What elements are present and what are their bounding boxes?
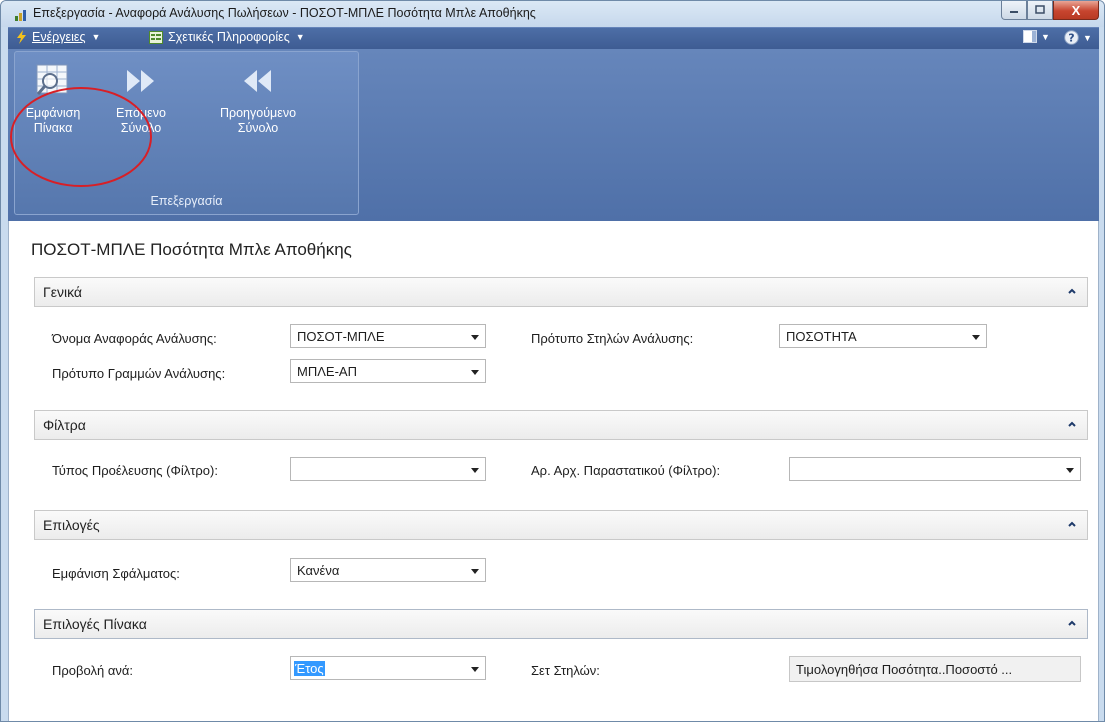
source-no-filter-field[interactable] <box>789 457 1081 481</box>
help-icon: ? <box>1064 30 1079 45</box>
minimize-icon <box>1010 11 1018 13</box>
related-information-menu[interactable]: Σχετικές Πληροφορίες ▼ <box>149 30 305 44</box>
show-error-field[interactable]: Κανένα <box>290 558 486 582</box>
analysis-line-template-value: ΜΠΛΕ-ΑΠ <box>297 364 357 379</box>
application-window: Επεξεργασία - Αναφορά Ανάλυσης Πωλήσεων … <box>0 0 1105 722</box>
analysis-report-name-value: ΠΟΣΟΤ-ΜΠΛΕ <box>297 329 385 344</box>
related-info-label: Σχετικές Πληροφορίες <box>168 30 290 44</box>
show-error-label: Εμφάνιση Σφάλματος: <box>52 566 180 581</box>
analysis-report-name-field[interactable]: ΠΟΣΟΤ-ΜΠΛΕ <box>290 324 486 348</box>
analysis-column-template-field[interactable]: ΠΟΣΟΤΗΤΑ <box>779 324 987 348</box>
dropdown-arrow-icon[interactable] <box>471 335 479 340</box>
collapse-chevron-icon <box>1068 521 1076 527</box>
previous-set-button[interactable]: Προηγούμενο Σύνολο <box>213 56 303 136</box>
chevron-down-icon: ▼ <box>295 32 305 42</box>
previous-set-label-line2: Σύνολο <box>237 121 279 135</box>
view-by-value: Έτος <box>294 661 325 676</box>
fasttab-options-title: Επιλογές <box>43 517 100 533</box>
fast-forward-icon <box>127 70 154 92</box>
layout-menu[interactable]: ▼ <box>1023 30 1050 43</box>
collapse-chevron-icon <box>1068 421 1076 427</box>
dropdown-arrow-icon[interactable] <box>1066 468 1074 473</box>
collapse-chevron-icon <box>1068 620 1076 626</box>
collapse-chevron-icon <box>1068 288 1076 294</box>
dropdown-arrow-icon[interactable] <box>471 468 479 473</box>
fasttab-options-header[interactable]: Επιλογές <box>34 510 1088 540</box>
column-set-field[interactable]: Τιμολογηθήσα Ποσότητα..Ποσοστό ... <box>789 656 1081 682</box>
dropdown-arrow-icon[interactable] <box>471 667 479 672</box>
analysis-line-template-field[interactable]: ΜΠΛΕ-ΑΠ <box>290 359 486 383</box>
analysis-line-template-label: Πρότυπο Γραμμών Ανάλυσης: <box>52 366 226 381</box>
ribbon: Εμφάνιση Πίνακα Επόμενο Σύνολο Προηγούμε… <box>8 49 1099 221</box>
title-bar[interactable]: Επεξεργασία - Αναφορά Ανάλυσης Πωλήσεων … <box>1 1 1104 27</box>
fasttab-general-title: Γενικά <box>43 284 82 300</box>
ribbon-group-label: Επεξεργασία <box>150 194 223 208</box>
layout-icon <box>1023 30 1037 43</box>
window-title: Επεξεργασία - Αναφορά Ανάλυσης Πωλήσεων … <box>33 6 536 20</box>
source-type-filter-field[interactable] <box>290 457 486 481</box>
fasttab-matrix-options-header[interactable]: Επιλογές Πίνακα <box>34 609 1088 639</box>
chevron-down-icon: ▼ <box>1083 32 1092 43</box>
maximize-icon <box>1035 5 1045 14</box>
chevron-down-icon: ▼ <box>91 32 101 42</box>
fasttab-filters-header[interactable]: Φίλτρα <box>34 410 1088 440</box>
help-menu[interactable]: ? ▼ <box>1064 30 1092 45</box>
actions-menu[interactable]: Ενέργειες ▼ <box>16 30 100 44</box>
lightning-icon <box>17 30 26 44</box>
dropdown-arrow-icon[interactable] <box>471 370 479 375</box>
actions-menu-label: Ενέργειες <box>32 30 86 44</box>
page-title: ΠΟΣΟΤ-ΜΠΛΕ Ποσότητα Μπλε Αποθήκης <box>31 240 352 259</box>
close-button[interactable]: X <box>1053 1 1099 20</box>
action-menu-bar: Ενέργειες ▼ Σχετικές Πληροφορίες ▼ ▼ ? ▼ <box>8 27 1099 50</box>
fasttab-matrix-options-title: Επιλογές Πίνακα <box>43 616 147 632</box>
previous-set-label-line1: Προηγούμενο <box>219 106 297 120</box>
analysis-column-template-value: ΠΟΣΟΤΗΤΑ <box>786 329 857 344</box>
window-controls: X <box>1001 1 1099 20</box>
fasttab-filters-title: Φίλτρα <box>43 417 86 433</box>
highlight-circle-annotation <box>10 87 152 187</box>
column-set-label: Σετ Στηλών: <box>531 663 600 678</box>
minimize-button[interactable] <box>1001 1 1027 20</box>
maximize-button[interactable] <box>1027 1 1053 20</box>
rewind-icon <box>244 70 271 92</box>
fasttab-general-header[interactable]: Γενικά <box>34 277 1088 307</box>
source-type-filter-label: Τύπος Προέλευσης (Φίλτρο): <box>52 463 218 478</box>
dropdown-arrow-icon[interactable] <box>972 335 980 340</box>
analysis-column-template-label: Πρότυπο Στηλών Ανάλυσης: <box>531 331 694 346</box>
source-no-filter-label: Αρ. Αρχ. Παραστατικού (Φίλτρο): <box>531 463 721 478</box>
analysis-report-name-label: Όνομα Αναφοράς Ανάλυσης: <box>52 331 217 346</box>
app-logo-icon <box>15 10 26 21</box>
svg-text:?: ? <box>1068 32 1074 45</box>
chevron-down-icon: ▼ <box>1041 31 1050 42</box>
close-icon: X <box>1071 2 1081 18</box>
column-set-value: Τιμολογηθήσα Ποσότητα..Ποσοστό ... <box>796 662 1013 677</box>
dropdown-arrow-icon[interactable] <box>471 569 479 574</box>
related-info-icon <box>149 30 163 44</box>
view-by-field[interactable]: Έτος <box>290 656 486 680</box>
view-by-label: Προβολή ανά: <box>52 663 133 678</box>
show-error-value: Κανένα <box>297 563 340 578</box>
